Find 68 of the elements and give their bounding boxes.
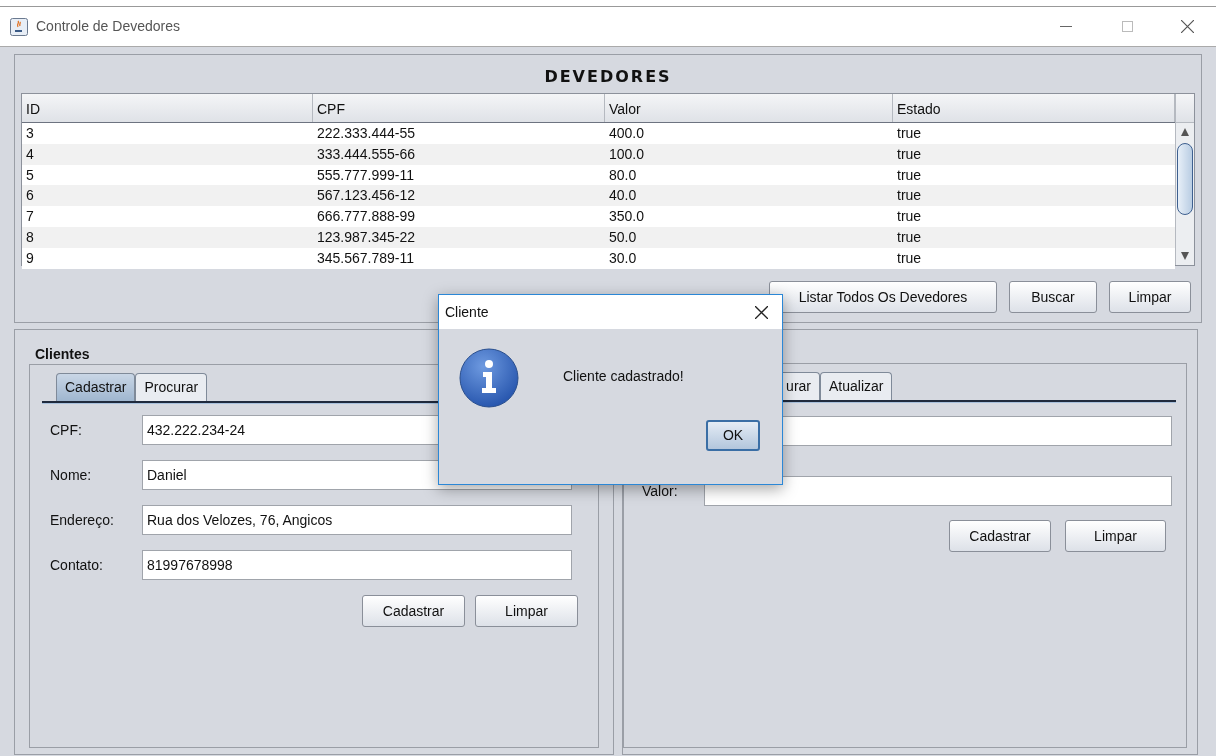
table-cell: 666.777.888-99 <box>317 208 416 225</box>
table-cell: 5 <box>26 166 34 183</box>
tab[interactable]: Cadastrar <box>56 373 136 401</box>
table-cell: 80.0 <box>609 166 637 183</box>
info-icon <box>459 348 519 408</box>
scrollbar[interactable] <box>1175 123 1194 265</box>
action-button[interactable]: Listar Todos Os Devedores <box>769 281 997 313</box>
form-button[interactable]: Cadastrar <box>362 595 465 627</box>
column-header[interactable]: CPF <box>313 94 605 122</box>
close-icon[interactable] <box>1181 20 1194 33</box>
table-cell: true <box>897 187 922 204</box>
input-field[interactable] <box>704 476 1172 506</box>
table-cell: 350.0 <box>609 208 645 225</box>
table-cell: 30.0 <box>609 249 637 266</box>
window-title: Controle de Devedores <box>36 17 180 36</box>
panel-title: Clientes <box>35 345 90 364</box>
table-cell: 567.123.456-12 <box>317 187 416 204</box>
action-button[interactable]: Limpar <box>1109 281 1191 313</box>
minimize-icon[interactable] <box>1060 25 1072 28</box>
table-cell: 7 <box>26 208 34 225</box>
dialog-title: Cliente <box>445 302 489 322</box>
column-header[interactable]: Valor <box>605 94 893 122</box>
table-cell: 100.0 <box>609 145 645 162</box>
table-row[interactable]: 6 567.123.456-12 40.0 true <box>22 185 1175 207</box>
table-cell: 333.444.555-66 <box>317 145 416 162</box>
table-cell: 4 <box>26 145 34 162</box>
action-button[interactable]: Buscar <box>1009 281 1097 313</box>
scroll-down-icon[interactable] <box>1180 251 1190 261</box>
field-label: Contato: <box>49 555 104 575</box>
panel-title: DEVEDORES <box>544 67 672 86</box>
table-cell: true <box>897 145 922 162</box>
close-icon[interactable] <box>755 305 768 319</box>
column-header[interactable]: ID <box>22 94 313 122</box>
header-corner <box>1175 94 1194 123</box>
table-cell: 555.777.999-11 <box>317 166 415 183</box>
table-cell: 40.0 <box>609 187 637 204</box>
ok-button[interactable]: OK <box>706 420 760 451</box>
field-label: CPF: <box>49 420 83 440</box>
table-row[interactable]: 4 333.444.555-66 100.0 true <box>22 143 1175 165</box>
scroll-up-icon[interactable] <box>1180 127 1190 137</box>
table-cell: 123.987.345-22 <box>317 229 416 245</box>
table-cell: 3 <box>26 125 34 141</box>
input-field[interactable]: Rua dos Velozes, 76, Angicos <box>142 505 572 535</box>
form-button[interactable]: Limpar <box>475 595 578 627</box>
dialog-message: Cliente cadastrado! <box>563 367 684 386</box>
table-cell: true <box>897 125 922 141</box>
tab[interactable]: Procurar <box>135 373 208 401</box>
tab[interactable]: Atualizar <box>820 372 893 400</box>
table-cell: 345.567.789-11 <box>317 249 415 266</box>
field-label: Endereço: <box>49 510 115 530</box>
form-button[interactable]: Limpar <box>1065 520 1166 552</box>
form-button[interactable]: Cadastrar <box>949 520 1051 552</box>
table-cell: 222.333.444-55 <box>317 125 416 141</box>
table-cell: 9 <box>26 249 34 266</box>
table-row[interactable]: 8 123.987.345-22 50.0 true <box>22 227 1175 248</box>
table-cell: 50.0 <box>609 229 637 245</box>
table-cell: 6 <box>26 187 34 204</box>
table-cell: true <box>897 166 922 183</box>
table-cell: 8 <box>26 229 34 245</box>
table-cell: true <box>897 249 922 266</box>
scrollbar-thumb[interactable] <box>1177 143 1193 215</box>
table-cell: 400.0 <box>609 125 645 141</box>
cup-icon <box>10 17 28 36</box>
table-cell: true <box>897 208 922 225</box>
field-label: Valor: <box>641 481 679 501</box>
field-label: Nome: <box>49 465 93 485</box>
input-field[interactable]: 81997678998 <box>142 550 572 580</box>
table-cell: true <box>897 229 922 245</box>
